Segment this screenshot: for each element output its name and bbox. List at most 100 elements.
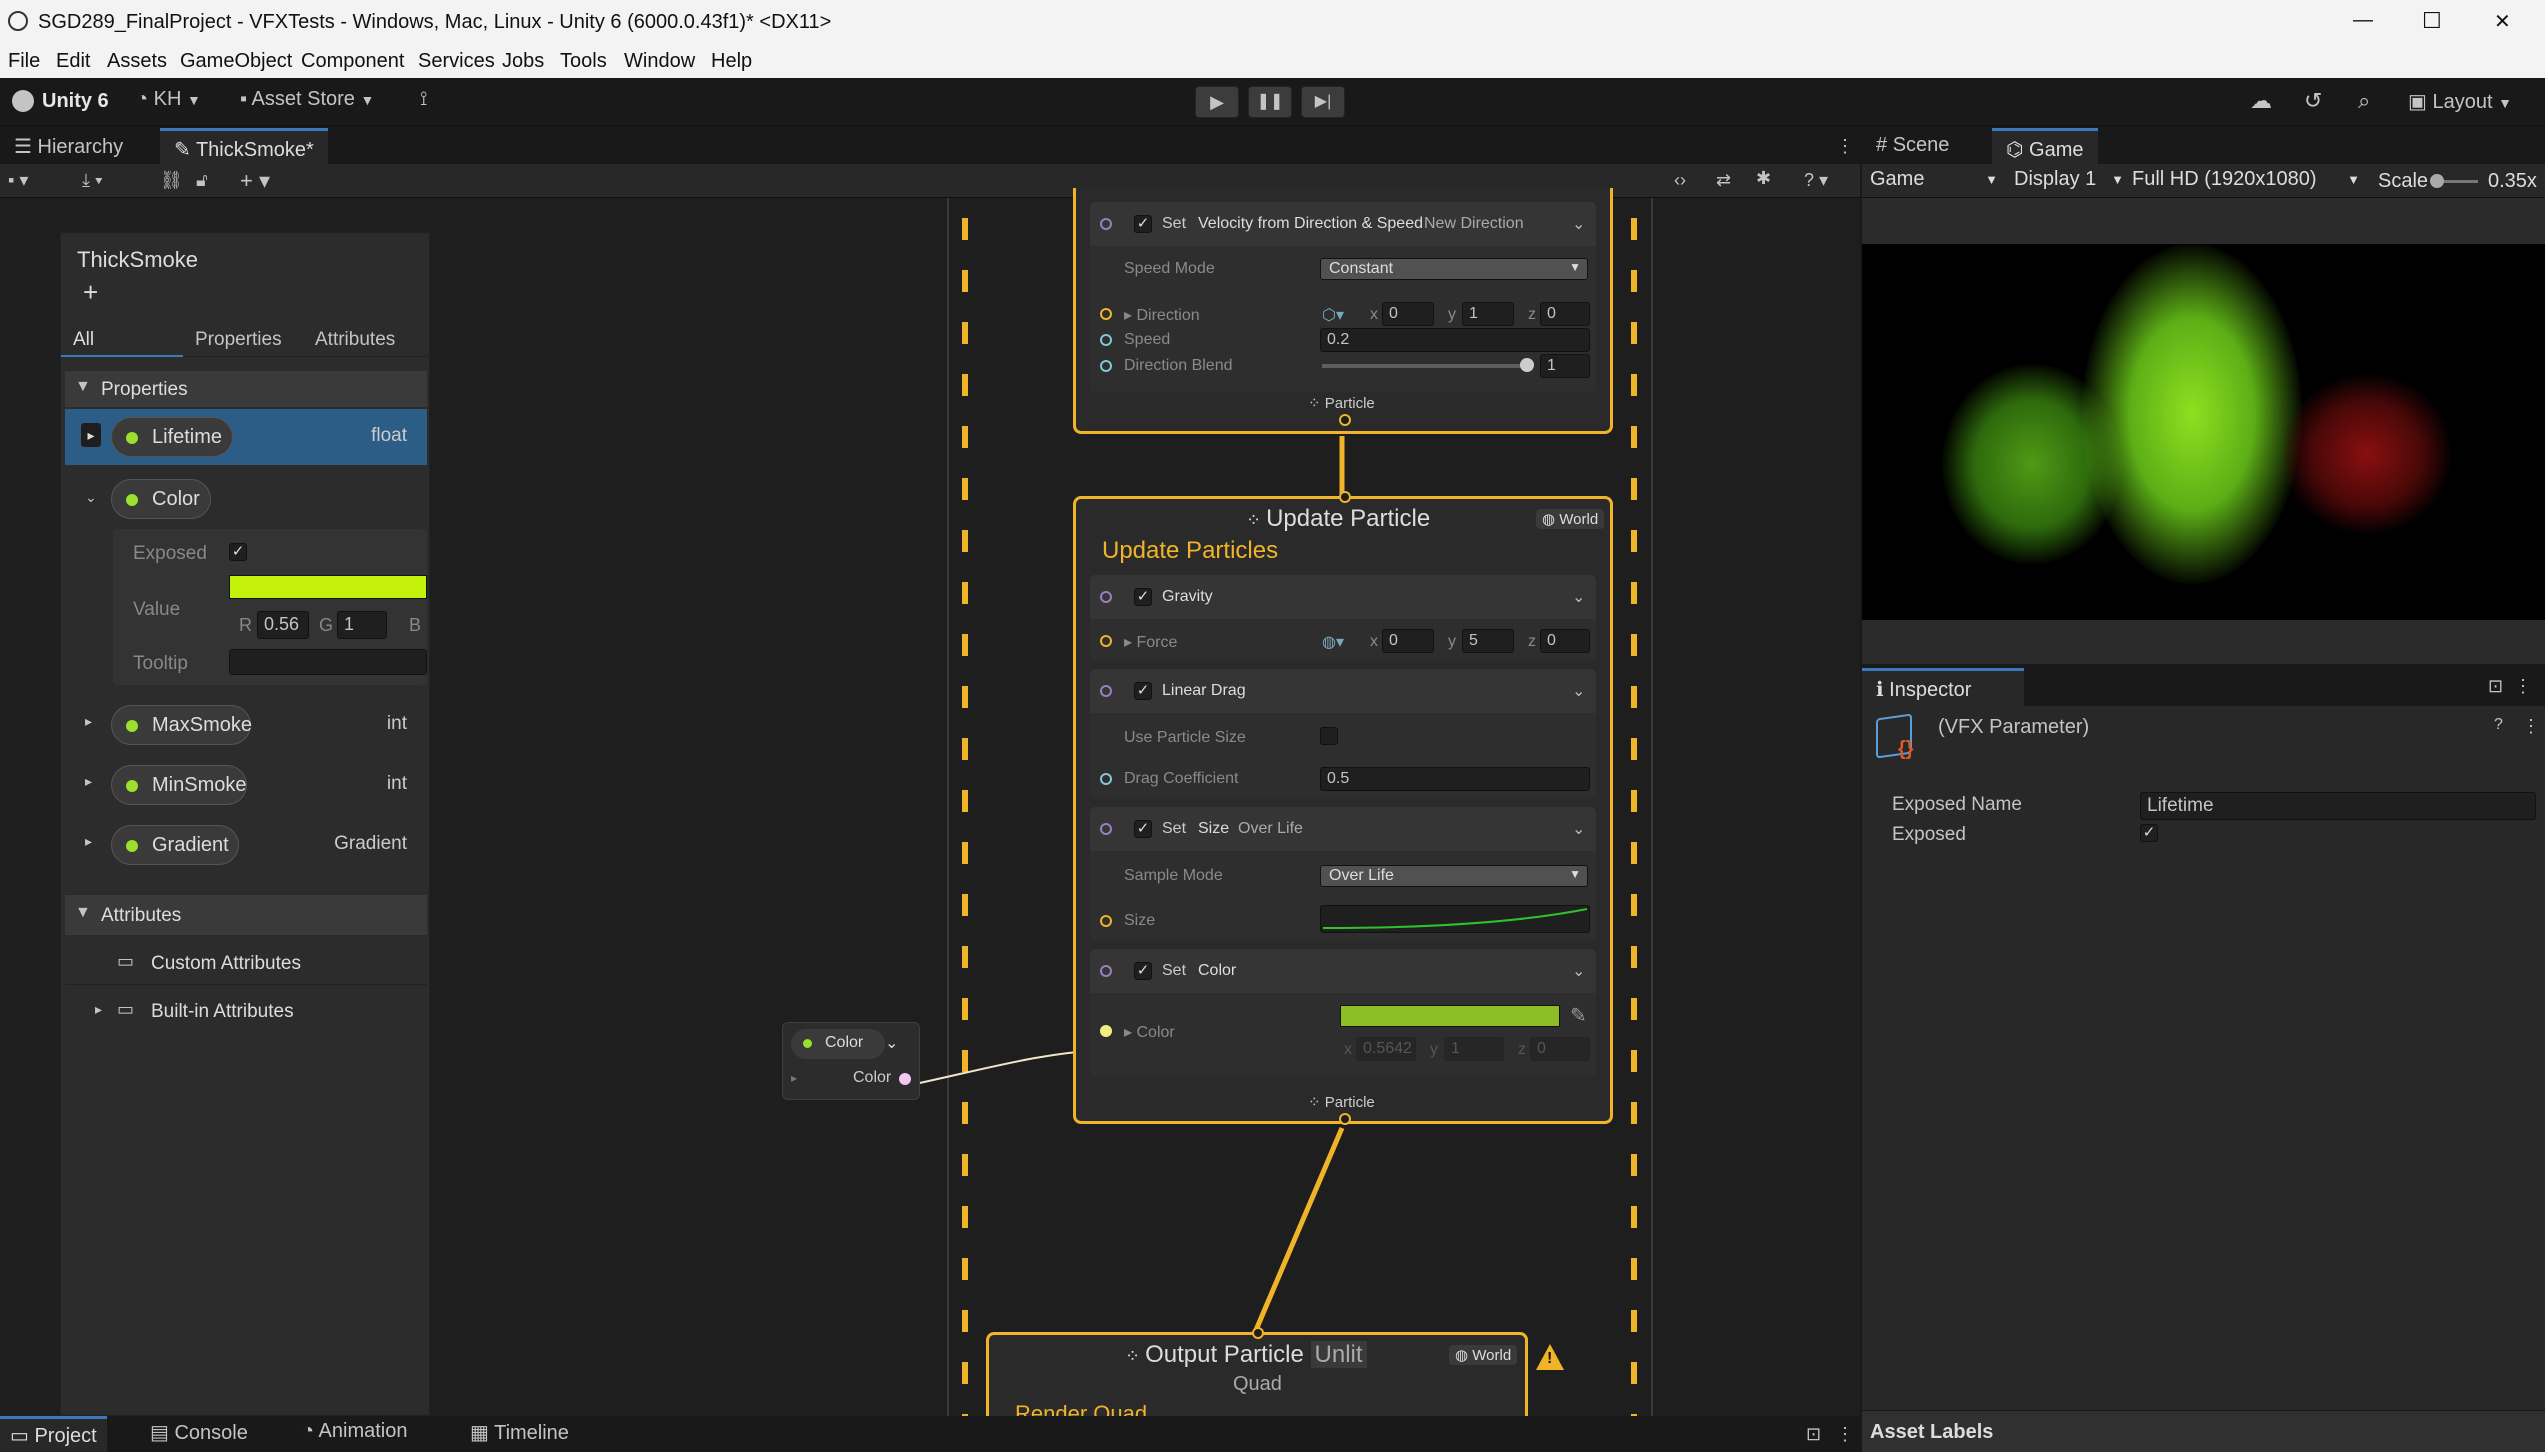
expand-arrow-icon[interactable]: ▸: [791, 1071, 797, 1085]
space-badge[interactable]: ◍ World: [1536, 509, 1605, 529]
property-row-lifetime[interactable]: ▸ Lifetime float: [65, 409, 427, 465]
flow-in-port[interactable]: [1339, 491, 1351, 503]
menu-file[interactable]: File: [8, 50, 40, 73]
menu-help[interactable]: Help: [711, 50, 752, 73]
tab-animation[interactable]: ◔ Animation: [292, 1416, 417, 1452]
help-icon[interactable]: ?: [2494, 716, 2503, 734]
size-port[interactable]: [1100, 915, 1112, 927]
expand-arrow-icon[interactable]: ▸: [81, 423, 101, 447]
gravity-block[interactable]: ✓ Gravity ⌄ ▸ Force ◍▾ x 0 y 5 z 0: [1090, 575, 1596, 661]
add-property-button[interactable]: +: [83, 277, 98, 308]
history-icon[interactable]: ↺: [2304, 88, 2322, 114]
menu-edit[interactable]: Edit: [56, 50, 90, 73]
more-options-icon[interactable]: ⋮: [1836, 1424, 1854, 1445]
chevron-down-icon[interactable]: ⌄: [1572, 819, 1585, 839]
flow-out-port[interactable]: [1339, 1113, 1351, 1125]
direction-blend-field[interactable]: 1: [1540, 354, 1590, 378]
property-row-gradient[interactable]: ▸ Gradient Gradient: [65, 817, 427, 873]
pause-button[interactable]: ❚❚: [1248, 86, 1292, 118]
more-options-icon[interactable]: ⋮: [2514, 676, 2532, 697]
tooltip-field[interactable]: [229, 649, 427, 675]
tab-attributes[interactable]: Attributes: [315, 329, 395, 351]
lock-icon[interactable]: ⊡: [1806, 1424, 1821, 1445]
tab-game[interactable]: ⌬ Game: [1992, 128, 2098, 166]
velocity-enabled-checkbox[interactable]: ✓: [1134, 215, 1152, 233]
tab-console[interactable]: ▤ Console: [140, 1416, 258, 1452]
expand-arrow-icon[interactable]: ▸: [1124, 1024, 1136, 1041]
direction-blend-port[interactable]: [1100, 360, 1112, 372]
step-button[interactable]: ▶|: [1301, 86, 1345, 118]
flow-out-port[interactable]: [1339, 414, 1351, 426]
color-value-swatch[interactable]: [229, 575, 427, 599]
save-icon[interactable]: ▪ ▾: [8, 170, 28, 191]
property-row-minsmoke[interactable]: ▸ MinSmoke int: [65, 757, 427, 813]
speed-field[interactable]: 0.2: [1320, 328, 1590, 352]
vfx-graph-canvas[interactable]: ✓ Set Velocity from Direction & Speed Ne…: [0, 188, 1860, 1432]
expand-arrow-icon[interactable]: ▸: [1124, 634, 1136, 651]
account-button[interactable]: ◔ KH ▼: [136, 88, 201, 116]
color-input-port[interactable]: [1100, 1025, 1112, 1037]
search-icon[interactable]: ⌕: [2358, 88, 2370, 114]
expand-arrow-icon[interactable]: ▸: [85, 773, 92, 790]
force-x-field[interactable]: 0: [1382, 629, 1434, 653]
linear-drag-enabled-checkbox[interactable]: ✓: [1134, 682, 1152, 700]
color-property-node[interactable]: Color ⌄ ▸ Color: [782, 1022, 920, 1100]
flow-in-port[interactable]: [1252, 1327, 1264, 1339]
direction-z-field[interactable]: 0: [1540, 302, 1590, 326]
size-curve-field[interactable]: [1320, 905, 1590, 933]
property-row-maxsmoke[interactable]: ▸ MaxSmoke int: [65, 697, 427, 753]
sample-mode-dropdown[interactable]: Over Life ▼: [1320, 865, 1588, 887]
force-port[interactable]: [1100, 635, 1112, 647]
tab-timeline[interactable]: ▦ Timeline: [460, 1416, 579, 1452]
color-g-field[interactable]: 1: [337, 611, 387, 639]
chevron-down-icon[interactable]: ⌄: [885, 1033, 898, 1053]
tab-all[interactable]: All: [73, 329, 94, 351]
link-icon[interactable]: ⛓: [160, 170, 183, 191]
exposed-name-field[interactable]: Lifetime: [2140, 792, 2536, 820]
menu-component[interactable]: Component: [301, 50, 404, 73]
set-color-block[interactable]: ✓ Set Color ⌄ ▸ Color ✎ x 0.5642 y 1 z 0: [1090, 949, 1596, 1077]
resolution-dropdown[interactable]: Full HD (1920x1080) ▼: [2132, 168, 2360, 191]
set-size-block[interactable]: ✓ Set Size Over Life ⌄ Sample Mode Over …: [1090, 807, 1596, 941]
maxsmoke-pill[interactable]: MaxSmoke: [111, 705, 252, 745]
chevron-down-icon[interactable]: ⌄: [1572, 681, 1585, 701]
builtin-attributes-row[interactable]: ▸ ▭ Built-in Attributes: [65, 989, 427, 1033]
set-color-enabled-checkbox[interactable]: ✓: [1134, 962, 1152, 980]
compile-icon[interactable]: ⇄: [1716, 170, 1731, 191]
velocity-block[interactable]: ✓ Set Velocity from Direction & Speed Ne…: [1090, 202, 1596, 392]
direction-x-field[interactable]: 0: [1382, 302, 1434, 326]
maximize-icon[interactable]: ☐: [2422, 8, 2442, 34]
layout-dropdown[interactable]: ▣ Layout ▼: [2408, 89, 2512, 114]
speed-port[interactable]: [1100, 334, 1112, 346]
color-r-field[interactable]: 0.56: [257, 611, 309, 639]
debug-icon[interactable]: ✱: [1756, 168, 1771, 189]
game-view[interactable]: [1862, 198, 2545, 664]
cloud-icon[interactable]: ☁: [2250, 88, 2272, 114]
attributes-section-header[interactable]: ▼ Attributes: [65, 895, 427, 935]
close-icon[interactable]: ✕: [2494, 9, 2511, 34]
linear-drag-block[interactable]: ✓ Linear Drag ⌄ Use Particle Size Drag C…: [1090, 669, 1596, 799]
version-control-icon[interactable]: ⟟: [420, 88, 427, 111]
custom-attributes-row[interactable]: ▭ Custom Attributes: [65, 941, 427, 985]
tab-thicksmoke[interactable]: ✎ ThickSmoke*: [160, 128, 328, 166]
properties-section-header[interactable]: ▼ Properties: [65, 371, 427, 407]
slider-thumb[interactable]: [2430, 174, 2444, 188]
direction-port[interactable]: [1100, 308, 1112, 320]
asset-labels-bar[interactable]: Asset Labels: [1862, 1410, 2545, 1452]
blackboard-panel[interactable]: ThickSmoke + All Properties Attributes ▼…: [60, 232, 431, 1416]
code-icon[interactable]: ‹›: [1674, 170, 1686, 191]
tab-scene[interactable]: # Scene: [1862, 128, 1963, 166]
force-z-field[interactable]: 0: [1540, 629, 1590, 653]
lifetime-pill[interactable]: Lifetime: [111, 417, 233, 457]
expand-arrow-icon[interactable]: ▸: [85, 833, 92, 850]
menu-tools[interactable]: Tools: [560, 50, 607, 73]
lock-icon[interactable]: 🔓︎: [196, 170, 208, 191]
export-icon[interactable]: ⤓ ▾: [82, 170, 103, 191]
exposed-checkbox[interactable]: ✓: [2140, 824, 2158, 842]
use-particle-size-checkbox[interactable]: [1320, 727, 1338, 745]
game-mode-dropdown[interactable]: Game ▼: [1870, 168, 1998, 191]
menu-window[interactable]: Window: [624, 50, 695, 73]
chevron-down-icon[interactable]: ⌄: [1572, 587, 1585, 607]
set-color-block-port[interactable]: [1100, 965, 1112, 977]
chevron-down-icon[interactable]: ⌄: [85, 489, 97, 506]
